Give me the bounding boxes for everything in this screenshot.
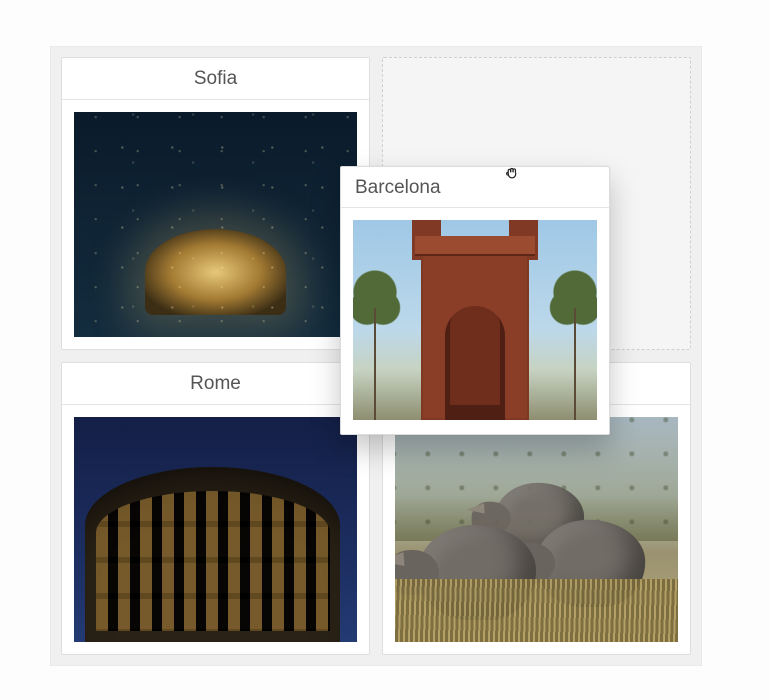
card-title: Sofia [62, 58, 369, 100]
card-image [395, 417, 678, 642]
barcelona-thumbnail [353, 220, 597, 420]
card-title: Barcelona [341, 167, 609, 208]
card-image [353, 220, 597, 420]
card-body [341, 208, 609, 434]
sofia-thumbnail [74, 112, 357, 337]
card-image [74, 112, 357, 337]
card-title: Rome [62, 363, 369, 405]
rome-thumbnail [74, 417, 357, 642]
dragging-card-barcelona[interactable]: Barcelona [340, 166, 610, 435]
grid-slot-sofia[interactable]: Sofia [61, 57, 370, 350]
grid-slot-rome[interactable]: Rome [61, 362, 370, 655]
safari-thumbnail [395, 417, 678, 642]
card-image [74, 417, 357, 642]
drag-demo-stage: Sofia Rome [0, 0, 770, 700]
